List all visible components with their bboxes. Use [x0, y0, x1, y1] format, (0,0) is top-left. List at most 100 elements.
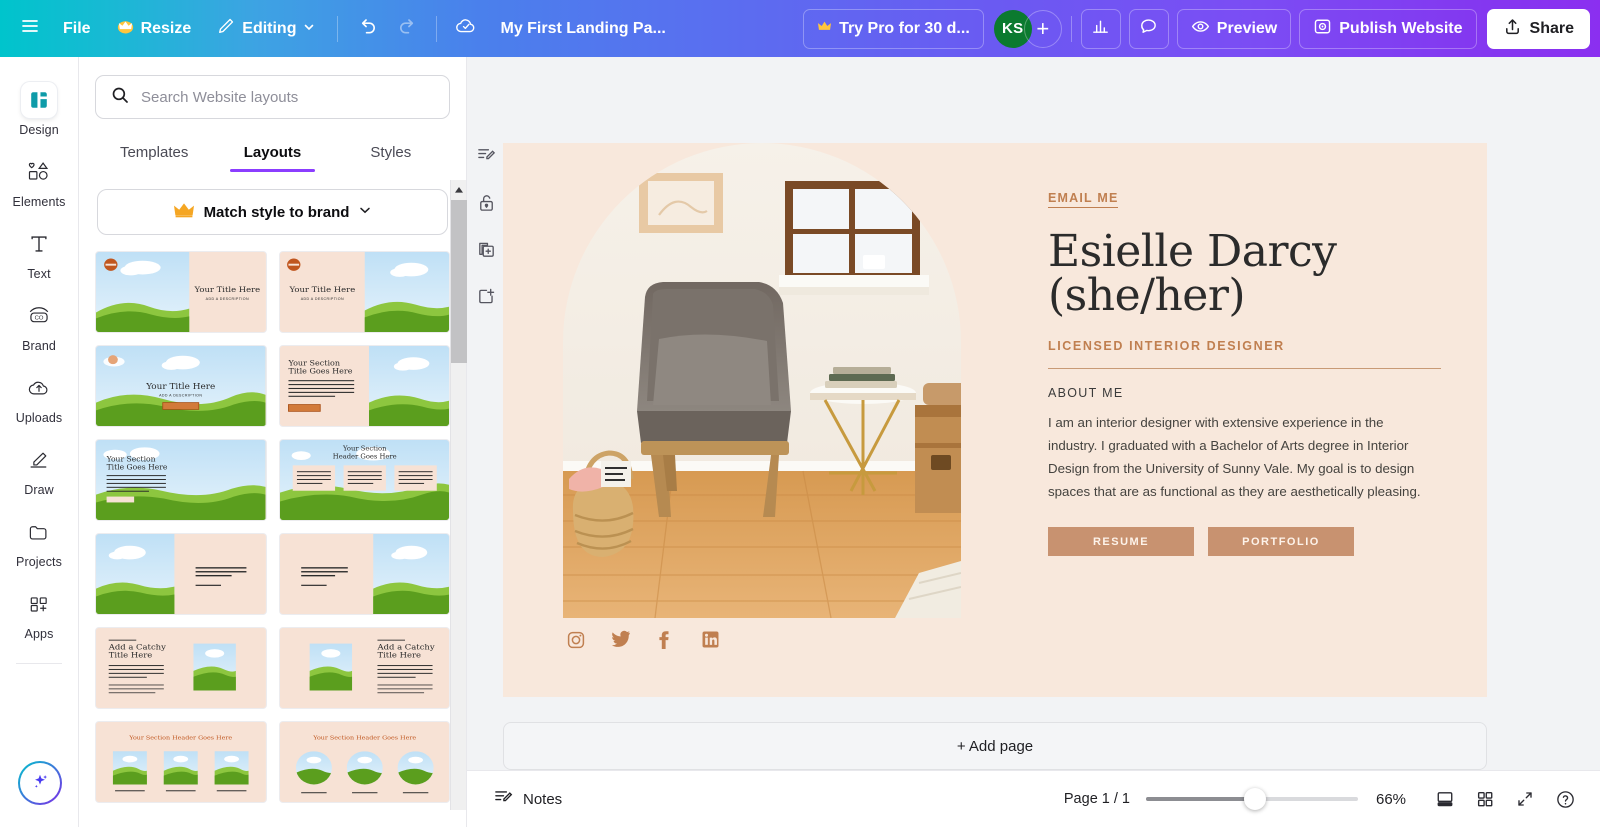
share-button[interactable]: Share	[1486, 8, 1590, 49]
magic-studio-button[interactable]	[18, 761, 62, 805]
tab-layouts[interactable]: Layouts	[213, 135, 331, 172]
help-icon[interactable]	[1548, 782, 1582, 816]
add-collaborator-button[interactable]: +	[1023, 9, 1062, 48]
list-item[interactable]: Add a Catchy Title Here	[95, 627, 267, 709]
sidebar-item-draw[interactable]: Draw	[3, 433, 75, 505]
file-menu-button[interactable]: File	[50, 9, 104, 49]
tab-templates[interactable]: Templates	[95, 135, 213, 172]
list-item[interactable]: Your Title Here ADD A DESCRIPTION	[278, 251, 450, 333]
instagram-icon[interactable]	[566, 630, 586, 650]
panel-scrollbar[interactable]	[450, 180, 467, 810]
add-page-button[interactable]: + Add page	[503, 722, 1487, 770]
preview-button[interactable]: Preview	[1176, 8, 1292, 49]
sidebar-item-uploads[interactable]: Uploads	[3, 361, 75, 433]
layouts-panel: Templates Layouts Styles Match style to …	[79, 57, 467, 827]
top-toolbar: File Resize Editing My First Landing Pa.…	[0, 0, 1600, 57]
design-icon	[21, 82, 57, 118]
twitter-icon[interactable]	[611, 630, 631, 650]
editing-mode-button[interactable]: Editing	[204, 9, 328, 49]
tab-styles[interactable]: Styles	[332, 135, 450, 172]
sidebar-item-label-brand: Brand	[22, 339, 56, 353]
about-me-label[interactable]: ABOUT ME	[1048, 386, 1448, 400]
list-item[interactable]: Your Title Here ADD A DESCRIPTION	[95, 345, 267, 427]
linkedin-icon[interactable]	[701, 630, 721, 650]
grid-view-icon[interactable]	[1468, 782, 1502, 816]
email-me-link[interactable]: EMAIL ME	[1048, 191, 1119, 208]
duplicate-page-icon[interactable]	[471, 234, 501, 264]
list-item[interactable]: Your Section Header Goes Here	[278, 439, 450, 521]
list-item[interactable]: Add a Catchy Title Here	[278, 627, 450, 709]
insights-button[interactable]	[1080, 8, 1121, 49]
match-style-to-brand-button[interactable]: Match style to brand	[97, 189, 448, 235]
sidebar-item-label-design: Design	[19, 123, 59, 137]
resize-button[interactable]: Resize	[104, 9, 205, 49]
list-item[interactable]: Your Section Header Goes Here	[95, 721, 267, 803]
layout-thumbnails-grid: Your Title Here ADD A DESCRIPTION Your T…	[95, 251, 450, 803]
svg-text:CO: CO	[35, 316, 44, 322]
sidebar-item-projects[interactable]: Projects	[3, 505, 75, 577]
scroll-up-arrow-icon[interactable]	[451, 182, 467, 198]
zoom-slider-knob[interactable]	[1244, 788, 1266, 810]
list-item[interactable]: Your Section Title Goes Here	[278, 345, 450, 427]
about-me-text[interactable]: I am an interior designer with extensive…	[1048, 411, 1430, 503]
hamburger-menu-button[interactable]	[10, 9, 50, 49]
search-box[interactable]	[95, 75, 450, 119]
page-view-icon[interactable]	[1428, 782, 1462, 816]
design-page[interactable]: EMAIL ME Esielle Darcy (she/her) LICENSE…	[503, 143, 1487, 697]
list-item[interactable]: Your Title Here ADD A DESCRIPTION	[95, 251, 267, 333]
crown-icon	[117, 19, 134, 39]
publish-website-button[interactable]: Publish Website	[1299, 8, 1477, 49]
cloud-saved-button[interactable]	[446, 9, 486, 49]
sidebar-item-apps[interactable]: Apps	[3, 577, 75, 649]
document-title[interactable]: My First Landing Pa...	[486, 20, 679, 38]
comment-icon	[1139, 17, 1158, 41]
lock-icon[interactable]	[471, 187, 501, 217]
chevron-down-icon-match	[358, 203, 372, 221]
sidebar-item-elements[interactable]: Elements	[3, 145, 75, 217]
undo-button[interactable]	[347, 9, 387, 49]
svg-text:Title Here: Title Here	[377, 650, 421, 660]
comment-button[interactable]	[1128, 8, 1169, 49]
designer-name[interactable]: Esielle Darcy (she/her)	[1048, 230, 1448, 318]
svg-text:Title Goes Here: Title Goes Here	[107, 463, 168, 472]
notes-button[interactable]: Notes	[485, 781, 570, 818]
fullscreen-icon[interactable]	[1508, 782, 1542, 816]
search-input[interactable]	[141, 88, 435, 106]
notes-edit-icon[interactable]	[471, 140, 501, 170]
list-item[interactable]	[278, 533, 450, 615]
svg-text:Your Section Header Goes Here: Your Section Header Goes Here	[312, 735, 416, 742]
redo-button[interactable]	[387, 9, 427, 49]
zoom-value[interactable]: 66%	[1376, 791, 1418, 808]
cloud-saved-icon	[455, 15, 477, 42]
interior-room-photo[interactable]	[563, 143, 961, 618]
zoom-slider[interactable]	[1146, 788, 1358, 810]
svg-text:Your Section Header Goes Here: Your Section Header Goes Here	[128, 735, 232, 742]
portfolio-button[interactable]: PORTFOLIO	[1208, 527, 1354, 556]
sidebar-item-label-text: Text	[27, 267, 51, 281]
file-menu-label: File	[63, 19, 91, 37]
page-indicator[interactable]: Page 1 / 1	[1064, 791, 1130, 807]
sidebar-item-text[interactable]: Text	[3, 217, 75, 289]
list-item[interactable]: Your Section Header Goes Here	[278, 721, 450, 803]
panel-scrollbar-thumb[interactable]	[451, 200, 467, 363]
magic-sparkle-icon	[29, 770, 51, 797]
list-item[interactable]: Your Section Title Goes Here	[95, 439, 267, 521]
layout-thumbnails-scroll[interactable]: Your Title Here ADD A DESCRIPTION Your T…	[79, 251, 466, 827]
designer-role[interactable]: LICENSED INTERIOR DESIGNER	[1048, 339, 1448, 353]
svg-text:ADD A DESCRIPTION: ADD A DESCRIPTION	[206, 297, 249, 301]
undo-icon	[357, 16, 378, 42]
svg-text:Your Title Here: Your Title Here	[145, 382, 215, 392]
svg-text:Your Section: Your Section	[342, 445, 386, 453]
svg-text:Title Goes Here: Title Goes Here	[288, 367, 352, 376]
resume-button[interactable]: RESUME	[1048, 527, 1194, 556]
bar-chart-icon	[1091, 17, 1110, 41]
add-page-icon[interactable]	[471, 281, 501, 311]
list-item[interactable]	[95, 533, 267, 615]
sidebar-item-label-elements: Elements	[12, 195, 66, 209]
left-rail: Design Elements Text CO Brand Uploads Dr…	[0, 57, 79, 827]
sidebar-item-design[interactable]: Design	[3, 73, 75, 145]
sidebar-item-brand[interactable]: CO Brand	[3, 289, 75, 361]
share-upload-icon	[1503, 17, 1522, 41]
try-pro-button[interactable]: Try Pro for 30 d...	[803, 8, 984, 49]
facebook-icon[interactable]	[656, 630, 676, 650]
